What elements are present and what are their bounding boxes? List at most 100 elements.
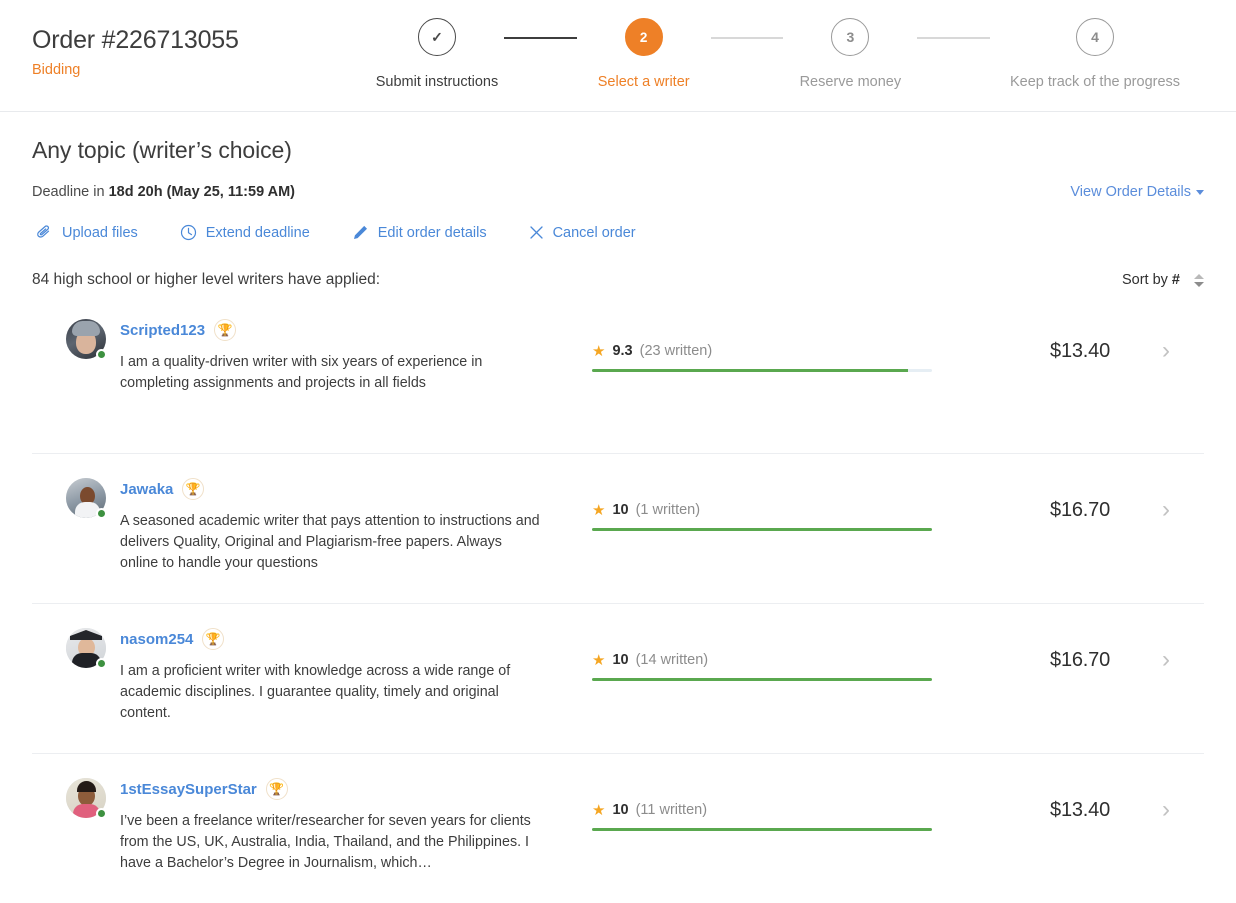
star-icon: ★ (592, 501, 606, 519)
deadline-prefix: Deadline in (32, 184, 105, 200)
order-progress-stepper: ✓ Submit instructions 2 Select a writer … (370, 18, 1200, 90)
pencil-icon (352, 224, 369, 241)
deadline-remaining: 18d 20h (108, 184, 163, 200)
writer-name-link[interactable]: Jawaka (120, 481, 173, 498)
writer-price-cell: $16.70 › (932, 628, 1204, 672)
writer-bid-price: $16.70 (1050, 498, 1110, 521)
writer-avatar-cell (32, 628, 107, 669)
online-status-dot (96, 349, 107, 360)
chevron-right-icon[interactable]: › (1162, 798, 1170, 822)
chevron-right-icon[interactable]: › (1162, 648, 1170, 672)
caret-down-icon (1194, 281, 1204, 287)
writer-rating-line: ★ 10 (11 written) (592, 802, 932, 818)
writer-papers-written: (11 written) (635, 802, 708, 818)
writer-row[interactable]: Jawaka 🏆 A seasoned academic writer that… (32, 453, 1204, 603)
cancel-order-button[interactable]: Cancel order (525, 223, 640, 243)
page-header: Order #226713055 Bidding ✓ Submit instru… (0, 0, 1236, 112)
avatar[interactable] (66, 478, 107, 519)
avatar[interactable] (66, 319, 107, 360)
deadline-info: Deadline in 18d 20h (May 25, 11:59 AM) (32, 184, 295, 200)
paperclip-icon (36, 225, 53, 240)
step-connector-2 (710, 37, 784, 39)
step-reserve-money[interactable]: 3 Reserve money (783, 18, 917, 90)
star-icon: ★ (592, 651, 606, 669)
writer-bid-price: $16.70 (1050, 648, 1110, 671)
sort-by-value: # (1171, 272, 1180, 288)
writer-name-line: nasom254 🏆 (120, 628, 592, 650)
edit-order-details-label: Edit order details (377, 224, 487, 241)
applicants-summary-row: 84 high school or higher level writers h… (32, 271, 1204, 289)
edit-order-details-button[interactable]: Edit order details (348, 222, 491, 243)
writer-rating-value: 9.3 (612, 343, 633, 359)
step-keep-track[interactable]: 4 Keep track of the progress (990, 18, 1200, 90)
view-order-details-label: View Order Details (1070, 184, 1191, 200)
writer-rating-bar (592, 678, 932, 681)
step-connector-3 (917, 37, 991, 39)
writer-price-cell: $13.40 › (932, 778, 1204, 822)
writer-avatar-cell (32, 319, 107, 360)
cancel-order-label: Cancel order (552, 224, 636, 241)
trophy-icon: 🏆 (182, 478, 205, 500)
step-3-label: Reserve money (799, 74, 902, 90)
writer-name-line: Scripted123 🏆 (120, 319, 592, 341)
writer-rating-bar (592, 369, 932, 372)
order-content: Any topic (writer’s choice) Deadline in … (0, 137, 1236, 903)
writer-row[interactable]: nasom254 🏆 I am a proficient writer with… (32, 603, 1204, 753)
caret-up-icon (1194, 273, 1204, 279)
writer-rating-bar (592, 828, 932, 831)
writer-list: Scripted123 🏆 I am a quality-driven writ… (32, 303, 1204, 903)
order-status-badge: Bidding (32, 62, 81, 78)
avatar[interactable] (66, 628, 107, 669)
writer-rating-bar-fill (592, 369, 909, 372)
view-order-details-link[interactable]: View Order Details (1070, 184, 1204, 200)
writer-rating-value: 10 (612, 802, 629, 818)
order-identity: Order #226713055 Bidding (32, 25, 239, 78)
writer-rating-bar-fill (592, 828, 932, 831)
trophy-icon: 🏆 (202, 628, 225, 650)
step-submit-instructions[interactable]: ✓ Submit instructions (370, 18, 504, 90)
step-select-writer[interactable]: 2 Select a writer (577, 18, 711, 90)
writer-rating-line: ★ 10 (14 written) (592, 652, 932, 668)
writer-rating-line: ★ 10 (1 written) (592, 502, 932, 518)
page-title: Any topic (writer’s choice) (32, 137, 292, 163)
deadline-absolute: (May 25, 11:59 AM) (166, 184, 295, 200)
sort-direction-icon[interactable] (1194, 273, 1204, 287)
writer-rating-bar (592, 528, 932, 531)
writer-name-line: Jawaka 🏆 (120, 478, 592, 500)
extend-deadline-button[interactable]: Extend deadline (176, 222, 314, 243)
chevron-right-icon[interactable]: › (1162, 498, 1170, 522)
writer-row[interactable]: Scripted123 🏆 I am a quality-driven writ… (32, 303, 1204, 453)
writer-rating-cell: ★ 10 (1 written) (592, 478, 932, 531)
avatar[interactable] (66, 778, 107, 819)
chevron-right-icon[interactable]: › (1162, 339, 1170, 363)
writer-rating-cell: ★ 10 (11 written) (592, 778, 932, 831)
trophy-icon: 🏆 (265, 778, 288, 800)
check-icon: ✓ (431, 29, 443, 45)
order-actions-toolbar: Upload files Extend deadline Edit order … (32, 222, 1204, 243)
writer-name-link[interactable]: nasom254 (120, 631, 193, 648)
writer-avatar-cell (32, 778, 107, 819)
writer-rating-bar-fill (592, 678, 932, 681)
writer-row[interactable]: 1stEssaySuperStar 🏆 I’ve been a freelanc… (32, 753, 1204, 903)
writer-bio: I am a proficient writer with knowledge … (120, 663, 511, 721)
chevron-down-icon (1196, 189, 1204, 195)
upload-files-button[interactable]: Upload files (32, 223, 142, 243)
trophy-icon: 🏆 (214, 319, 237, 341)
writer-price-cell: $13.40 › (932, 319, 1204, 363)
writer-name-link[interactable]: Scripted123 (120, 322, 205, 339)
writer-papers-written: (23 written) (639, 343, 713, 359)
sort-by-control[interactable]: Sort by # (1122, 272, 1204, 288)
writer-info-cell: 1stEssaySuperStar 🏆 I’ve been a freelanc… (92, 778, 592, 874)
writer-bio: I’ve been a freelance writer/researcher … (120, 813, 531, 871)
writer-name-link[interactable]: 1stEssaySuperStar (120, 781, 257, 798)
writer-rating-cell: ★ 9.3 (23 written) (592, 319, 932, 372)
sort-by-text: Sort by (1121, 272, 1168, 288)
writer-rating-value: 10 (612, 652, 629, 668)
applicants-count-text: 84 high school or higher level writers h… (32, 271, 381, 288)
writer-bid-price: $13.40 (1050, 798, 1110, 821)
step-1-label: Submit instructions (375, 74, 499, 90)
writer-price-cell: $16.70 › (932, 478, 1204, 522)
online-status-dot (96, 808, 107, 819)
online-status-dot (96, 658, 107, 669)
writer-rating-value: 10 (612, 502, 629, 518)
